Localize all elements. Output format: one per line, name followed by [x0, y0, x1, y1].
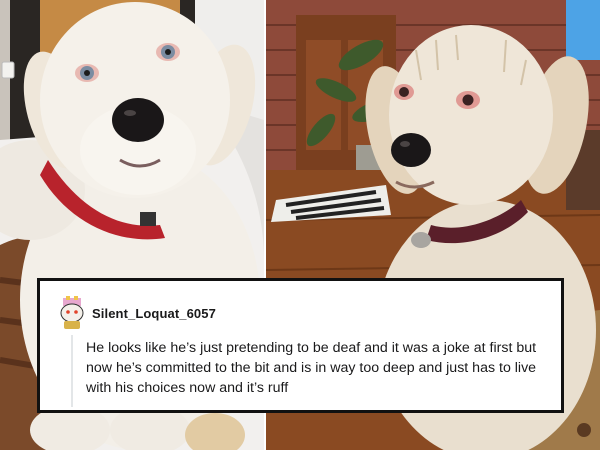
comment-thread-line[interactable]: [71, 335, 73, 407]
comment-text: He looks like he’s just pretending to be…: [86, 340, 537, 396]
comment-card: Silent_Loquat_6057 He looks like he’s ju…: [37, 278, 564, 413]
comment-header: Silent_Loquat_6057: [57, 295, 216, 331]
comment-username[interactable]: Silent_Loquat_6057: [92, 306, 216, 321]
snoo-avatar-drawing: [60, 296, 84, 329]
snoo-avatar-icon[interactable]: [57, 296, 87, 330]
